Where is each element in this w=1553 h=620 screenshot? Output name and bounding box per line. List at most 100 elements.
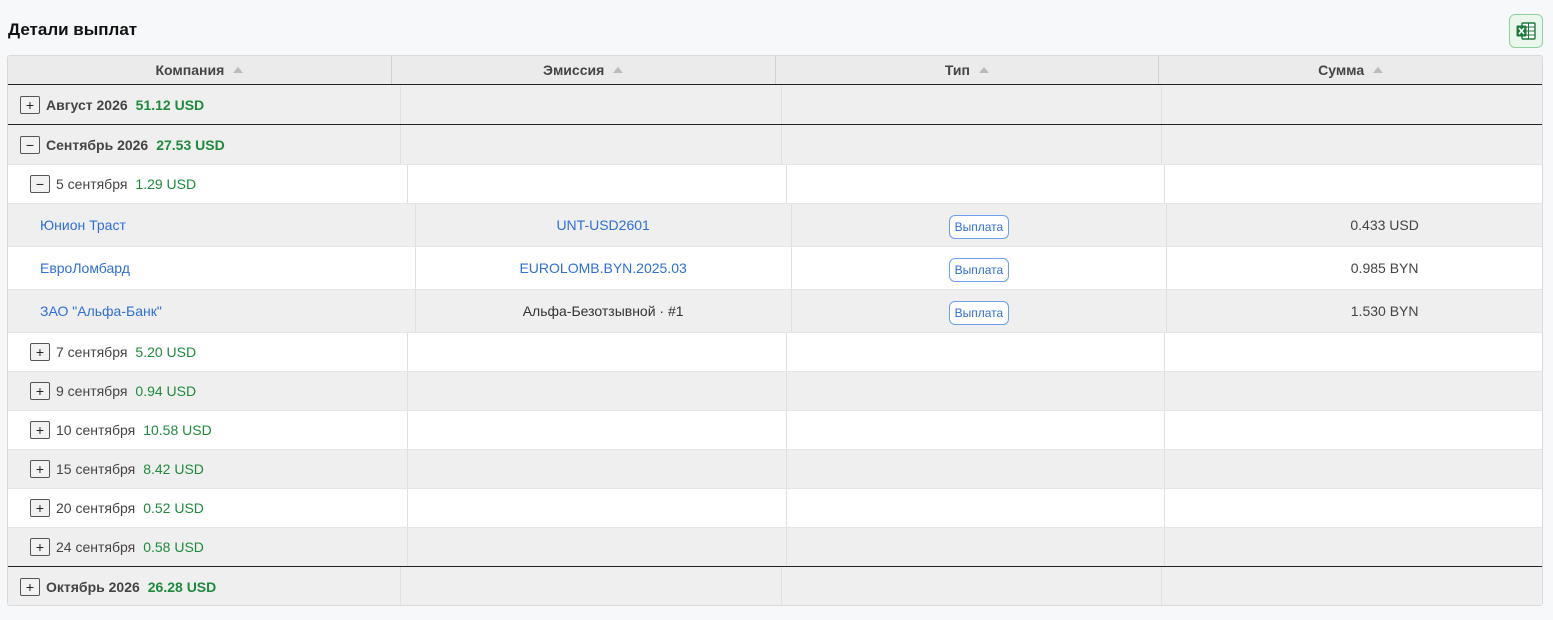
empty-cell	[408, 450, 787, 488]
day-group-row: + 15 сентября 8.42 USD	[8, 450, 1542, 489]
emission-link[interactable]: EUROLOMB.BYN.2025.03	[519, 260, 686, 276]
company-cell: ЗАО "Альфа-Банк"	[8, 290, 416, 332]
page-title: Детали выплат	[8, 20, 138, 39]
empty-cell	[408, 372, 787, 410]
day-group-row: + 9 сентября 0.94 USD	[8, 372, 1542, 411]
expand-toggle[interactable]: +	[20, 578, 40, 596]
expand-toggle[interactable]: +	[30, 343, 50, 361]
empty-cell	[401, 85, 782, 124]
empty-cell	[408, 165, 787, 203]
month-label: Сентябрь 2026	[46, 136, 149, 153]
emission-link[interactable]: UNT-USD2601	[556, 217, 649, 233]
empty-cell	[401, 567, 782, 605]
empty-cell	[1162, 567, 1542, 605]
emission-cell: UNT-USD2601	[416, 204, 792, 246]
collapse-toggle[interactable]: −	[30, 175, 50, 193]
day-group-row: + 20 сентября 0.52 USD	[8, 489, 1542, 528]
collapse-toggle[interactable]: −	[20, 135, 40, 154]
emission-cell: EUROLOMB.BYN.2025.03	[416, 247, 792, 289]
payout-details-table: Компания Эмиссия Тип Сумма + Август 2026…	[7, 55, 1543, 606]
amount-value: 1.530 BYN	[1350, 303, 1419, 319]
empty-cell	[401, 125, 782, 164]
company-link[interactable]: ЕвроЛомбард	[40, 260, 130, 276]
empty-cell	[1165, 489, 1542, 527]
column-header-type[interactable]: Тип	[776, 56, 1160, 84]
month-sum: 27.53 USD	[156, 136, 225, 153]
day-sum: 0.94 USD	[135, 383, 197, 399]
day-group-row: + 7 сентября 5.20 USD	[8, 333, 1542, 372]
empty-cell	[408, 528, 787, 566]
empty-cell	[782, 125, 1163, 164]
month-label: Октябрь 2026	[46, 579, 140, 595]
month-sum: 51.12 USD	[135, 96, 205, 113]
company-link[interactable]: ЗАО "Альфа-Банк"	[40, 303, 162, 319]
group-cell: + 9 сентября 0.94 USD	[8, 372, 409, 410]
empty-cell	[787, 528, 1165, 566]
payout-type-badge[interactable]: Выплата	[948, 215, 1010, 239]
expand-toggle[interactable]: +	[30, 538, 50, 556]
company-cell: ЕвроЛомбард	[8, 247, 416, 289]
payout-type-badge[interactable]: Выплата	[948, 258, 1010, 282]
day-label: 10 сентября	[56, 422, 136, 438]
day-label: 7 сентября	[56, 344, 128, 360]
day-label: 15 сентября	[56, 461, 136, 477]
type-cell: Выплата	[792, 204, 1168, 246]
month-label: Август 2026	[46, 96, 128, 113]
export-excel-button[interactable]	[1509, 14, 1543, 48]
expand-toggle[interactable]: +	[30, 421, 50, 439]
type-cell: Выплата	[792, 290, 1168, 332]
amount-cell: 0.433 USD	[1167, 204, 1542, 246]
empty-cell	[1162, 125, 1542, 164]
day-label: 5 сентября	[56, 176, 128, 192]
day-label: 9 сентября	[56, 383, 128, 399]
company-cell: Юнион Траст	[8, 204, 416, 246]
payout-type-badge[interactable]: Выплата	[948, 301, 1010, 325]
table-row: ЕвроЛомбард EUROLOMB.BYN.2025.03 Выплата…	[8, 247, 1542, 290]
day-sum: 0.52 USD	[143, 500, 204, 516]
sort-asc-icon	[1373, 67, 1384, 73]
expand-toggle[interactable]: +	[20, 95, 40, 114]
empty-cell	[787, 165, 1165, 203]
group-cell: + Август 2026 51.12 USD	[8, 85, 401, 124]
empty-cell	[408, 333, 787, 371]
day-group-row: + 10 сентября 10.58 USD	[8, 411, 1542, 450]
empty-cell	[787, 411, 1165, 449]
table-row: ЗАО "Альфа-Банк" Альфа-Безотзывной · #1 …	[8, 290, 1542, 333]
empty-cell	[408, 411, 787, 449]
expand-toggle[interactable]: +	[30, 499, 50, 517]
empty-cell	[787, 333, 1165, 371]
sort-asc-icon	[978, 67, 989, 73]
empty-cell	[1162, 85, 1542, 124]
expand-toggle[interactable]: +	[30, 460, 50, 478]
empty-cell	[782, 85, 1163, 124]
column-header-amount[interactable]: Сумма	[1159, 56, 1542, 84]
group-cell: − 5 сентября 1.29 USD	[8, 165, 409, 203]
column-header-label: Компания	[155, 62, 225, 78]
empty-cell	[1165, 165, 1542, 203]
type-cell: Выплата	[792, 247, 1168, 289]
day-sum: 0.58 USD	[143, 539, 204, 555]
group-cell: + 15 сентября 8.42 USD	[8, 450, 409, 488]
sort-asc-icon	[613, 67, 624, 73]
group-cell: + Октябрь 2026 26.28 USD	[8, 567, 401, 605]
day-sum: 5.20 USD	[135, 344, 197, 360]
company-link[interactable]: Юнион Траст	[40, 217, 126, 233]
column-header-label: Сумма	[1318, 62, 1365, 78]
amount-cell: 0.985 BYN	[1167, 247, 1542, 289]
empty-cell	[408, 489, 787, 527]
excel-icon	[1516, 22, 1536, 40]
empty-cell	[1165, 528, 1542, 566]
empty-cell	[787, 450, 1165, 488]
month-group-row: − Сентябрь 2026 27.53 USD	[8, 125, 1542, 165]
empty-cell	[787, 372, 1165, 410]
expand-toggle[interactable]: +	[30, 382, 50, 400]
column-header-company[interactable]: Компания	[8, 56, 392, 84]
column-header-label: Эмиссия	[542, 62, 605, 78]
month-sum: 26.28 USD	[147, 579, 217, 595]
group-cell: + 7 сентября 5.20 USD	[8, 333, 409, 371]
empty-cell	[787, 489, 1165, 527]
column-header-emission[interactable]: Эмиссия	[392, 56, 776, 84]
group-cell: − Сентябрь 2026 27.53 USD	[8, 125, 401, 164]
month-group-row: + Август 2026 51.12 USD	[8, 85, 1542, 125]
day-sum: 10.58 USD	[143, 422, 212, 438]
